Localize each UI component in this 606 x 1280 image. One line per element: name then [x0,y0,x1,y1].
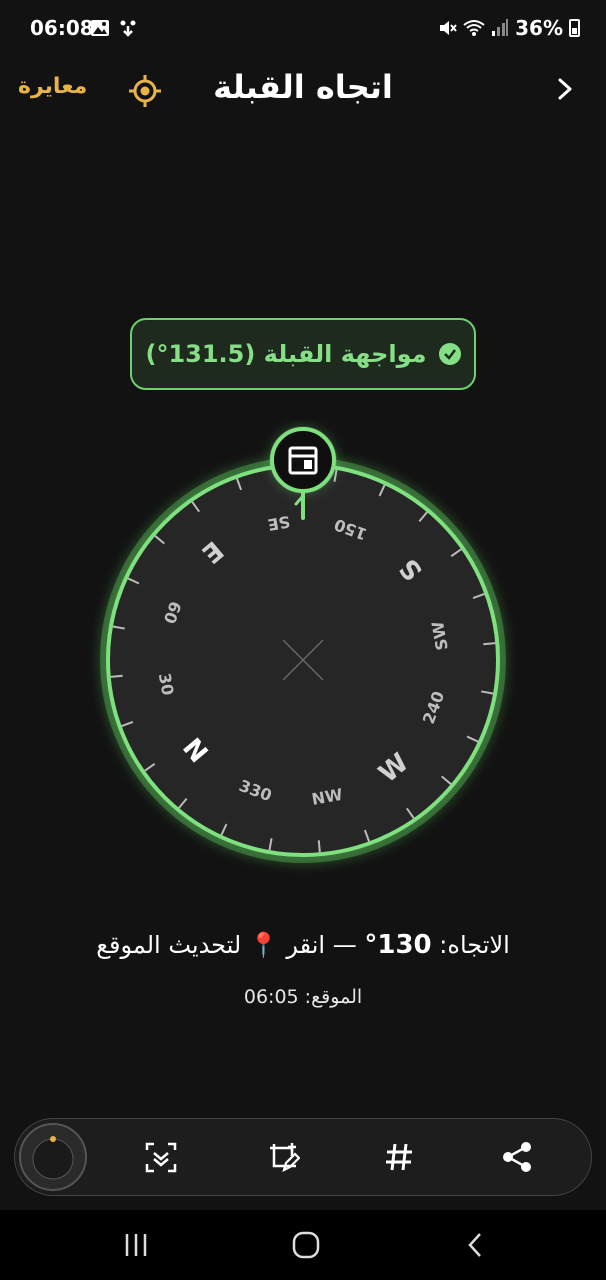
status-notification-icons [90,18,138,38]
back-chevron-icon[interactable] [550,74,580,104]
hashtag-button[interactable] [381,1139,417,1175]
compass-tick [483,642,496,646]
screenshot-toolbar [14,1118,592,1196]
heading-hint: — انقر 📍 لتحديث الموقع [96,931,357,959]
qibla-facing-text: مواجهة القبلة (131.5°) [145,340,427,368]
heading-label: الاتجاه: [439,931,510,959]
page-title: اتجاه القبلة [213,68,393,106]
status-time: 06:08 [30,16,94,40]
compass-label: 30 [155,672,178,697]
back-icon [468,1233,481,1257]
location-info: الموقع: 06:05 [0,986,606,1008]
signal-icon [492,19,509,36]
image-icon [91,20,109,36]
hashtag-icon [386,1143,412,1171]
qibla-compass: N3060ESE 150SSW240WNW330 [100,426,506,863]
wifi-icon [463,20,485,36]
heading-value: 130° [364,930,432,960]
edit-button[interactable] [265,1139,301,1175]
share-icon [503,1142,531,1172]
share-button[interactable] [499,1139,535,1175]
app-header: معايرة اتجاه القبلة [0,60,606,120]
back-button[interactable] [456,1228,496,1262]
status-bar: 06:08 36% [0,0,606,56]
check-circle-icon [438,343,461,365]
heading-info[interactable]: الاتجاه: 130° — انقر 📍 لتحديث الموقع [0,930,606,960]
location-time: 06:05 [243,986,299,1008]
home-button[interactable] [286,1228,326,1262]
status-right: 36% [437,16,580,40]
compass-tick [110,674,123,678]
qibla-facing-badge: مواجهة القبلة (131.5°) [130,318,476,390]
battery-percentage: 36% [515,16,563,40]
compass-tick [317,840,321,853]
recent-apps-icon [125,1234,147,1256]
location-label: الموقع: [304,986,363,1008]
kaaba-marker [269,426,337,494]
compass-label: SE [266,512,291,535]
recent-apps-button[interactable] [116,1228,156,1262]
edit-icon [270,1143,300,1173]
home-icon [292,1231,320,1259]
mute-icon [440,21,457,35]
screenshot-thumbnail[interactable] [19,1123,87,1191]
battery-icon [569,19,580,37]
scan-button[interactable] [143,1139,179,1175]
download-icon [120,20,136,37]
scan-icon [145,1142,177,1173]
navigation-bar [0,1210,606,1280]
